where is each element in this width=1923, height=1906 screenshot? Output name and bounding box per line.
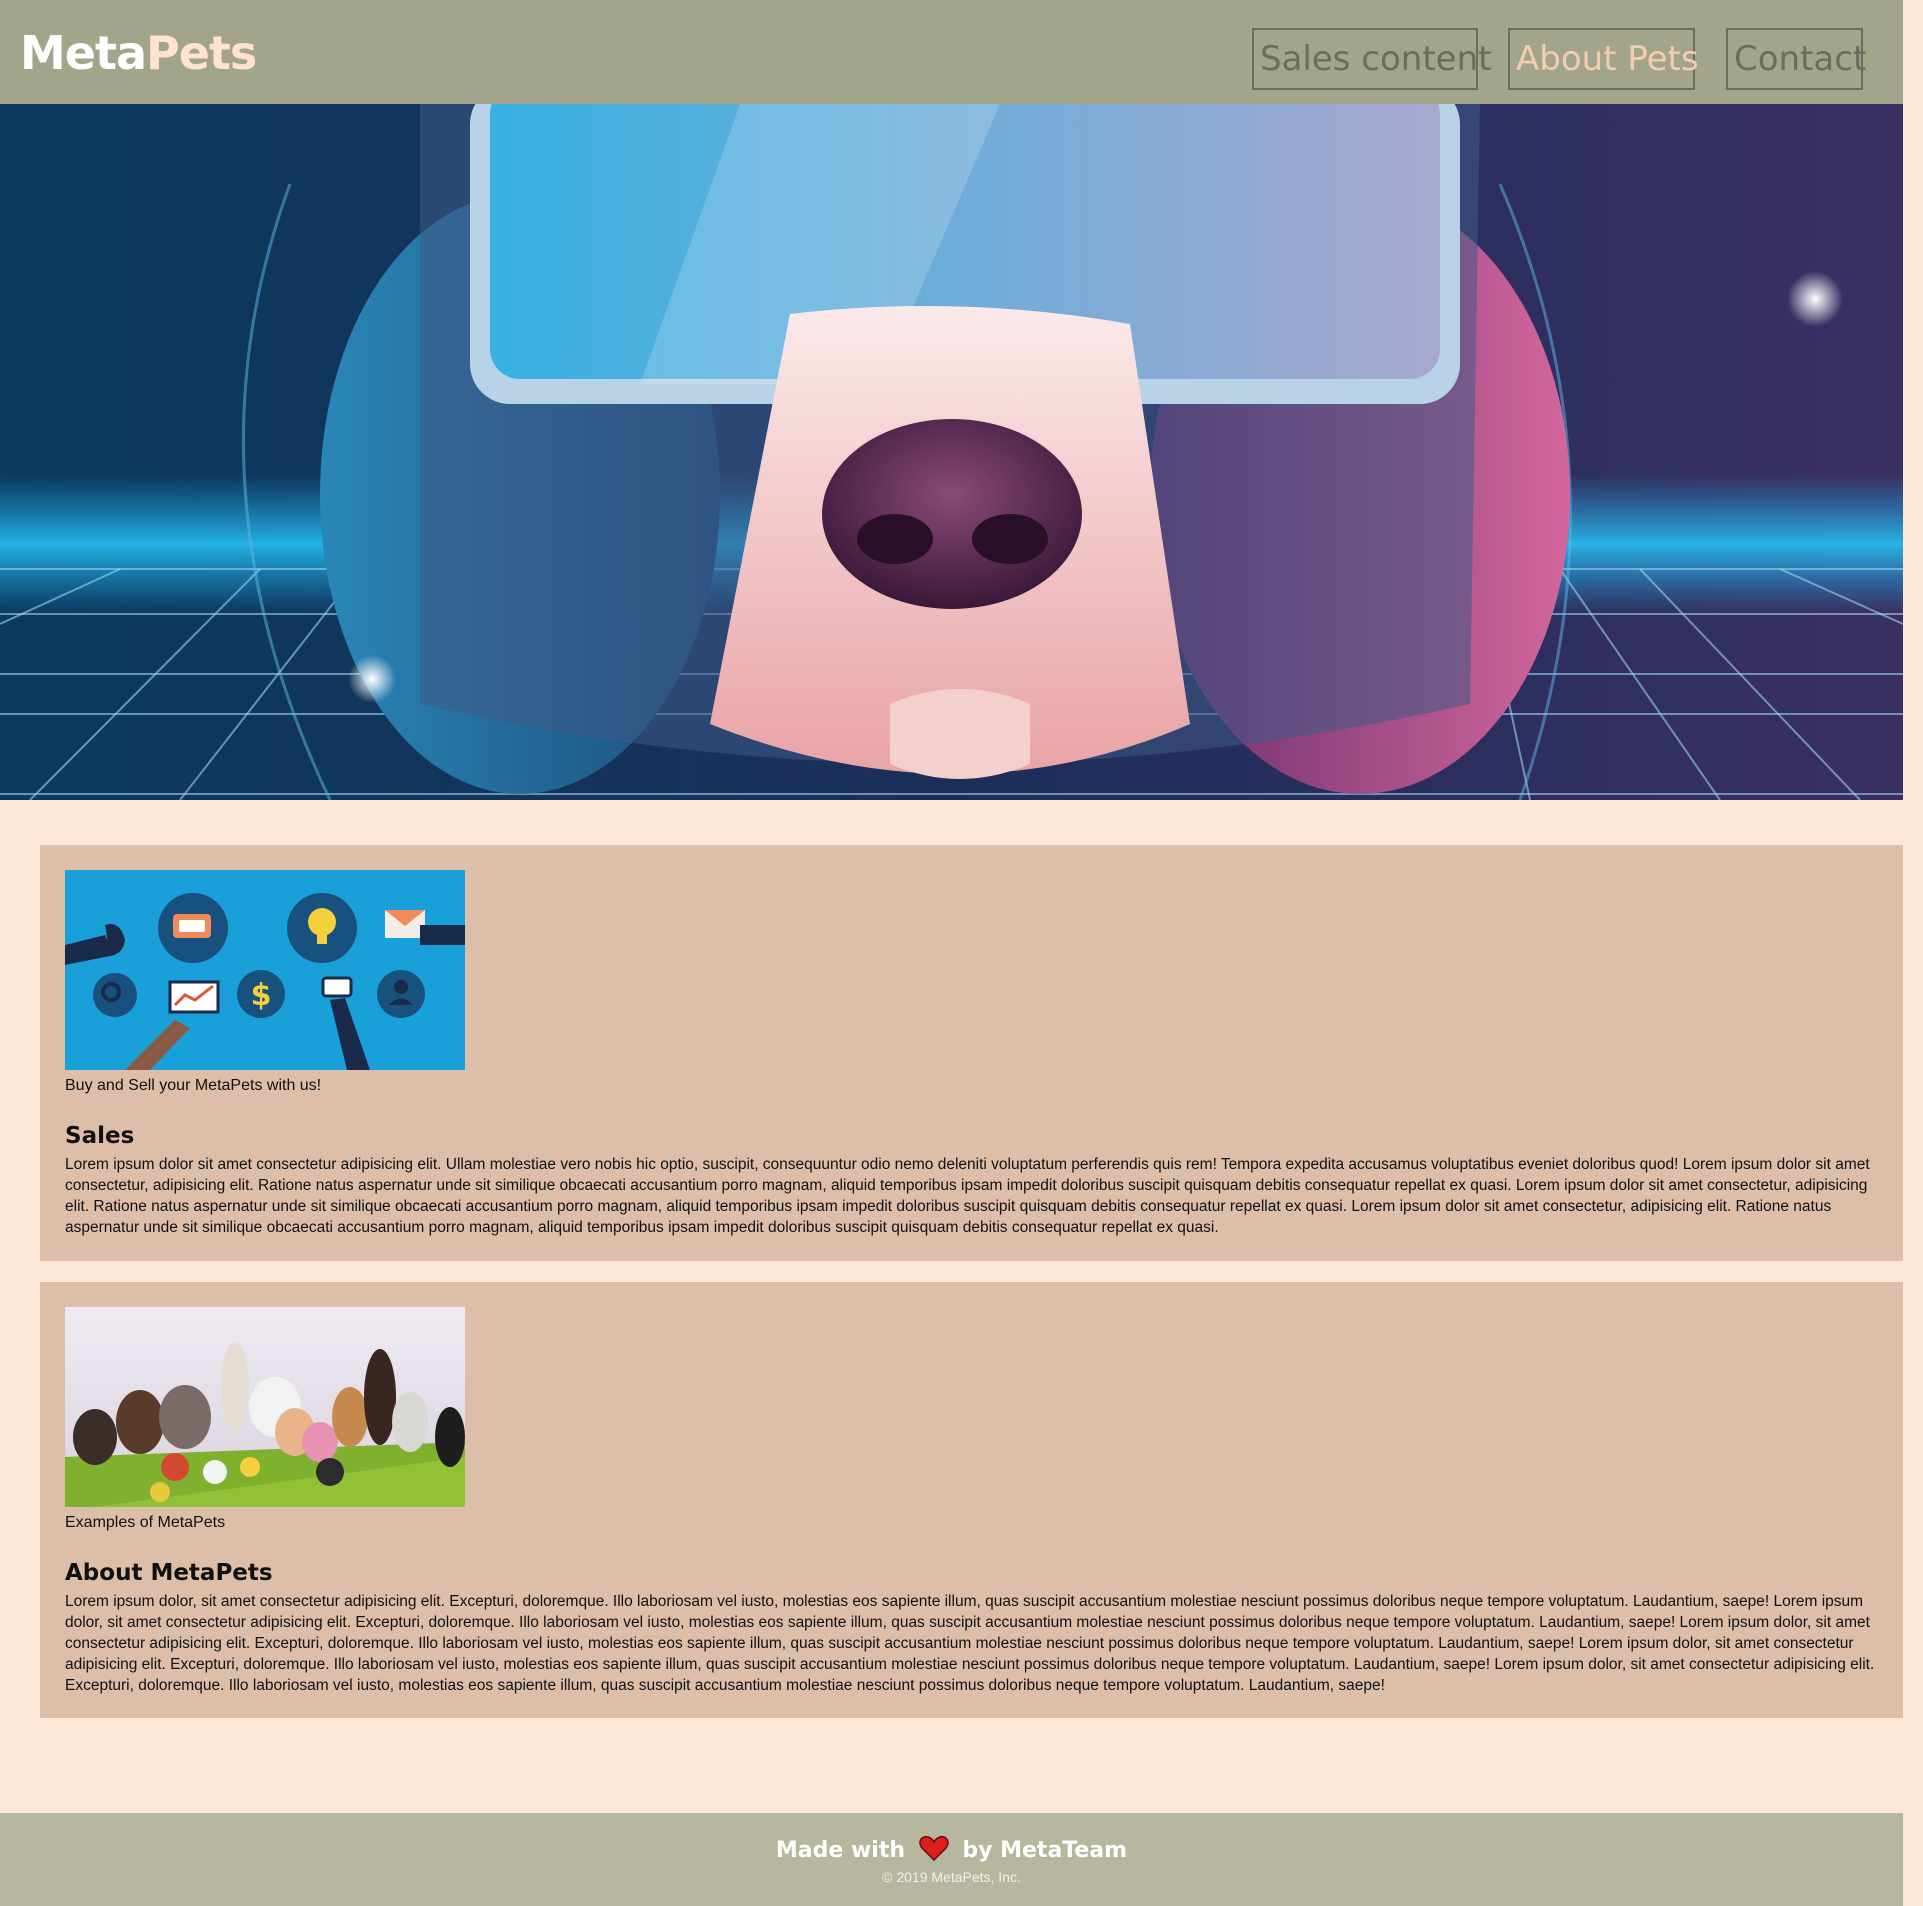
about-caption: Examples of MetaPets — [65, 1514, 226, 1531]
logo-accent-text: Pets — [146, 26, 257, 80]
page: MetaPets Sales content About Pets Contac… — [0, 0, 1903, 1906]
about-title: About MetaPets — [65, 1560, 273, 1586]
sales-image: $ — [65, 870, 465, 1070]
footer-by-team: by MetaTeam — [962, 1838, 1128, 1863]
sales-title: Sales — [65, 1123, 135, 1149]
about-image — [65, 1307, 465, 1507]
sales-caption: Buy and Sell your MetaPets with us! — [65, 1077, 322, 1094]
site-footer: Made with by MetaTeam © 2019 MetaPets, I… — [0, 1813, 1903, 1906]
logo-main-text: Meta — [20, 26, 147, 80]
hero-banner — [0, 104, 1903, 800]
nav-link-contact[interactable]: Contact — [1726, 28, 1866, 90]
nav-link-sales[interactable]: Sales content — [1252, 28, 1491, 90]
footer-made-with: Made with — [775, 1838, 906, 1863]
sales-body-text: Lorem ipsum dolor sit amet consectetur a… — [65, 1156, 1870, 1236]
sales-card: $ Buy and Sell your MetaPets with us! Sa… — [40, 845, 1903, 1261]
svg-text:$: $ — [251, 978, 272, 1013]
about-card: Examples of MetaPets About MetaPets Lore… — [40, 1282, 1903, 1718]
business-icons-image: $ — [65, 870, 465, 1070]
vr-dog-hero-image — [0, 104, 1903, 800]
heart-icon — [918, 1835, 949, 1867]
footer-copyright: © 2019 MetaPets, Inc. — [882, 1869, 1021, 1885]
footer-credit: Made with by MetaTeam — [0, 1835, 1903, 1867]
animal-group-image — [65, 1307, 465, 1507]
site-header: MetaPets Sales content About Pets Contac… — [0, 0, 1903, 104]
site-logo[interactable]: MetaPets — [20, 26, 257, 80]
about-body-text: Lorem ipsum dolor, sit amet consectetur … — [65, 1593, 1875, 1694]
nav-link-about[interactable]: About Pets — [1508, 28, 1699, 90]
